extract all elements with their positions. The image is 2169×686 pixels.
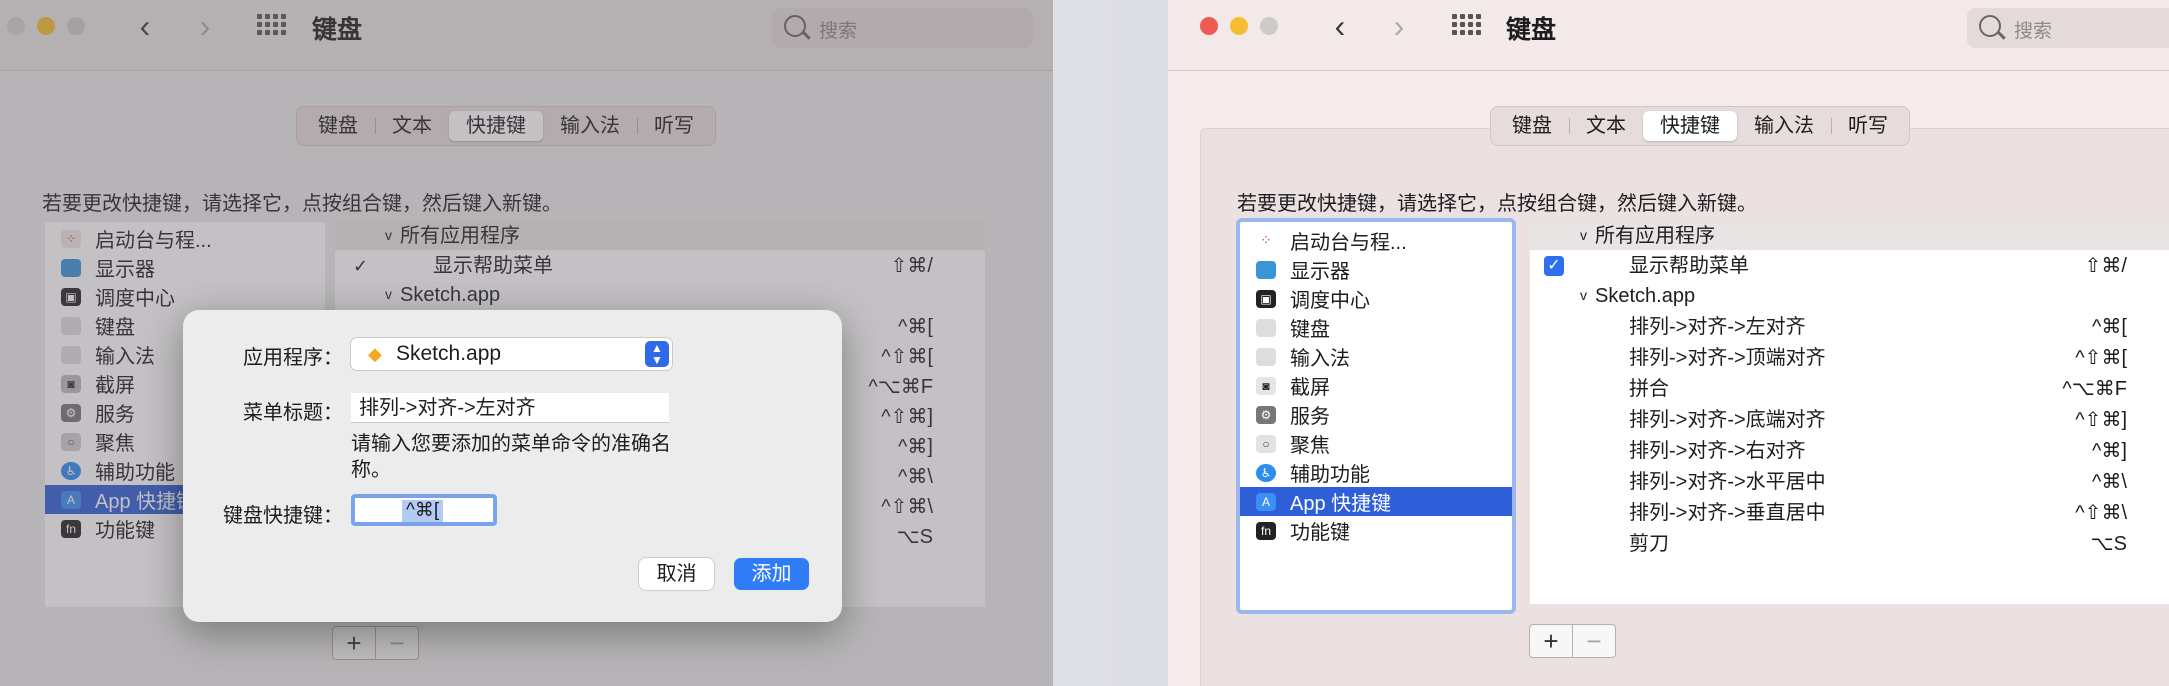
accessibility-icon: ♿ [1256,463,1276,482]
shortcut-row[interactable]: 排列->对齐->左对齐 ^⌘[ [1530,312,2169,342]
add-shortcut-dialog: 应用程序： ◆ Sketch.app ▲ ▼ 菜单标题： 排列->对齐->左对齐 … [183,310,842,622]
sidebar-item-function-keys[interactable]: fn 功能键 [1240,516,1512,545]
chevron-down-icon: v [1580,227,1587,243]
shortcut-table: v 所有应用程序 ✓ 显示帮助菜单 ⇧⌘/ v Sketch.app 排列->对齐-… [1530,222,2169,604]
spotlight-icon: ○ [1256,434,1276,453]
left-preferences-window: ‹ › 键盘 搜索 键盘 文本 快捷键 输入法 听写 若要更改快捷键，请选择它，… [0,0,1053,686]
sidebar-item-launchpad[interactable]: ⁘ 启动台与程... [1240,226,1512,255]
add-remove-control: + − [1529,624,1616,658]
sidebar-item-accessibility[interactable]: ♿ 辅助功能 [1240,458,1512,487]
input-source-icon [1256,347,1276,366]
shortcut-row[interactable]: 排列->对齐->顶端对齐 ^⇧⌘[ [1530,343,2169,373]
forward-button[interactable]: › [1382,8,1416,44]
group-sketch[interactable]: v Sketch.app [1530,281,2169,311]
add-shortcut-button[interactable]: + [1530,625,1572,657]
close-button[interactable] [1200,17,1218,35]
tab-bar: 键盘 文本 快捷键 输入法 听写 [1490,106,1910,146]
launchpad-icon: ⁘ [1256,231,1276,250]
sidebar-item-input-sources[interactable]: 输入法 [1240,342,1512,371]
desktop-gap [1053,0,1168,686]
popup-arrows-icon: ▲ ▼ [645,341,669,367]
tab-keyboard[interactable]: 键盘 [1495,111,1569,141]
add-button[interactable]: 添加 [734,558,809,590]
chevron-down-icon: v [1580,287,1587,303]
sidebar-item-screenshot[interactable]: ◙ 截屏 [1240,371,1512,400]
tab-text[interactable]: 文本 [1569,111,1643,141]
screenshot-icon: ◙ [1256,376,1276,395]
sidebar-item-app-shortcuts[interactable]: A App 快捷键 [1240,487,1512,516]
shortcut-value: ^⌘[ [402,500,444,522]
remove-shortcut-button[interactable]: − [1572,625,1615,657]
help-text: 请输入您要添加的菜单命令的准确名称。 [351,433,671,481]
show-all-grid-icon[interactable] [1452,14,1482,38]
category-list: ⁘ 启动台与程... 显示器 ▣ 调度中心 键盘 输入法 ◙ 截屏 ⚙ 服务 ○ 聚焦 ♿… [1236,218,1516,614]
keyboard-icon [1256,318,1276,337]
tab-dictation[interactable]: 听写 [1831,111,1905,141]
sidebar-item-services[interactable]: ⚙ 服务 [1240,400,1512,429]
mission-control-icon: ▣ [1256,289,1276,308]
cancel-button[interactable]: 取消 [639,558,714,590]
shortcut-row[interactable]: 剪刀 ⌥S [1530,529,2169,559]
instruction-text: 若要更改快捷键，请选择它，点按组合键，然后键入新键。 [1237,193,1757,215]
zoom-button[interactable] [1260,17,1278,35]
app-store-icon: A [1256,492,1276,511]
back-button[interactable]: ‹ [1323,8,1357,44]
gear-icon: ⚙ [1256,405,1276,424]
search-placeholder: 搜索 [2014,21,2053,42]
sketch-app-icon: ◆ [368,344,382,364]
enabled-checkbox[interactable]: ✓ [1544,256,1564,276]
sidebar-item-display[interactable]: 显示器 [1240,255,1512,284]
right-preferences-window: ‹ › 键盘 搜索 键盘 文本 快捷键 输入法 听写 若要更改快捷键，请选择它，… [1168,0,2169,686]
tab-shortcuts[interactable]: 快捷键 [1643,111,1737,141]
shortcut-row[interactable]: ✓ 显示帮助菜单 ⇧⌘/ [1530,251,2169,281]
shortcut-field[interactable]: ^⌘[ [351,494,497,526]
search-icon [1979,15,2001,37]
shortcut-row[interactable]: 排列->对齐->底端对齐 ^⇧⌘] [1530,405,2169,435]
sidebar-item-mission-control[interactable]: ▣ 调度中心 [1240,284,1512,313]
group-all-apps[interactable]: v 所有应用程序 [1530,222,2169,250]
app-label: 应用程序： [243,347,343,369]
shortcut-row[interactable]: 排列->对齐->右对齐 ^⌘] [1530,436,2169,466]
shortcut-row[interactable]: 排列->对齐->水平居中 ^⌘\ [1530,467,2169,497]
fn-key-icon: fn [1256,521,1276,540]
search-field[interactable]: 搜索 [1967,8,2169,48]
shortcut-row[interactable]: 排列->对齐->垂直居中 ^⇧⌘\ [1530,498,2169,528]
menu-title-label: 菜单标题： [243,402,343,424]
window-title: 键盘 [1506,16,1557,44]
title-bar: ‹ › 键盘 搜索 [1168,0,2169,71]
shortcut-label: 键盘快捷键： [223,505,343,527]
menu-title-field[interactable]: 排列->对齐->左对齐 [351,393,669,423]
tab-input-sources[interactable]: 输入法 [1737,111,1831,141]
sidebar-item-keyboard[interactable]: 键盘 [1240,313,1512,342]
application-popup[interactable]: ◆ Sketch.app ▲ ▼ [351,338,672,370]
display-icon [1256,260,1276,279]
shortcut-row[interactable]: 拼合 ^⌥⌘F [1530,374,2169,404]
minimize-button[interactable] [1230,17,1248,35]
sidebar-item-spotlight[interactable]: ○ 聚焦 [1240,429,1512,458]
